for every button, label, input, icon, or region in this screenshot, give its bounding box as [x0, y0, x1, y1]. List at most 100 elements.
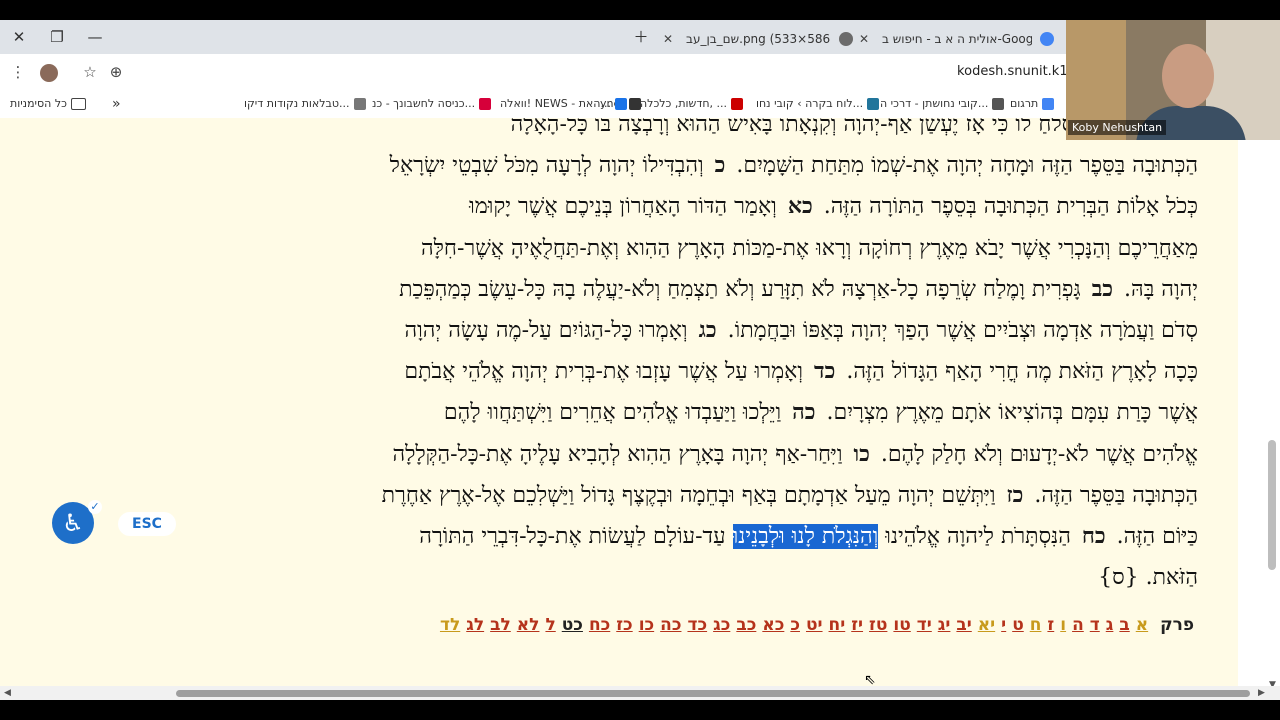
vertical-scrollbar-track — [1238, 118, 1280, 686]
checkmark-icon: ✓ — [88, 500, 102, 514]
mouse-cursor-icon: ⇖ — [864, 672, 876, 688]
verse-text: כְּכֹל אָלוֹת הַבְּרִית הַכְּתוּבָה בְּס… — [816, 194, 1198, 220]
chapter-link[interactable]: י — [1001, 615, 1006, 635]
scroll-left-arrow-icon[interactable]: ◀ — [4, 688, 11, 698]
verse-number: כב — [1091, 275, 1114, 302]
top-black-bar — [0, 0, 1280, 20]
bookmark-favicon-icon — [731, 98, 744, 110]
chapter-link[interactable]: כח — [589, 615, 610, 635]
window-close-icon[interactable]: ✕ — [0, 20, 38, 54]
verse-text: עַד-עוֹלָם לַעֲשׂוֹת אֶת-כָּל-דִּבְרֵי ה… — [419, 523, 733, 549]
tab-favicon-icon — [839, 32, 853, 46]
verse-text: סְדֹם וַעֲמֹרָה אַדְמָה וּצְבֹיִים אֲשֶׁ… — [720, 317, 1198, 343]
browser-menu-icon[interactable]: ⋮ — [8, 54, 28, 90]
bookmark-label: לוח בקרה › קובי נחו... — [756, 97, 864, 110]
chapter-link[interactable]: יז — [851, 615, 863, 635]
chapter-link[interactable]: ו — [1060, 615, 1066, 635]
tab-close-icon[interactable]: ✕ — [660, 32, 676, 46]
chapter-link[interactable]: כב — [736, 615, 756, 635]
window-restore-icon[interactable]: ❐ — [38, 20, 76, 54]
more-bookmarks-chevron-icon[interactable]: » — [112, 90, 121, 118]
all-bookmarks-folder[interactable]: כל הסימניות — [10, 90, 86, 118]
chapter-link[interactable]: כג — [713, 615, 730, 635]
passage-line: לֹא-יֹאבֶה יְהוָה סְלֹחַ לוֹ כִּי אָז יֶ… — [176, 118, 1198, 145]
verse-number: כה — [792, 399, 816, 426]
bookmark-favicon-icon — [353, 98, 366, 110]
verse-text: מֵאַחֲרֵיכֶם וְהַנָּכְרִי אֲשֶׁר יָבֹא מ… — [420, 235, 1198, 261]
chapter-link[interactable]: לד — [440, 615, 460, 635]
window-minimize-icon[interactable]: — — [76, 20, 114, 54]
chapter-link[interactable]: יא — [978, 615, 995, 635]
verse-number: כג — [698, 316, 717, 343]
chapter-link[interactable]: טו — [893, 615, 910, 635]
verse-text: הַכְּתוּבָה בַּסֵּפֶר הַזֶּה וּמָחָה יְה… — [729, 153, 1198, 179]
folder-icon — [70, 98, 86, 110]
esc-button[interactable]: ESC — [118, 512, 176, 536]
chapter-link[interactable]: יט — [806, 615, 823, 635]
chapter-link[interactable]: לג — [466, 615, 484, 635]
bookmark-item[interactable]: כניסה לחשבונך - כנ... — [372, 90, 492, 118]
profile-avatar[interactable] — [38, 54, 60, 90]
chapter-link[interactable]: ד — [1090, 615, 1100, 635]
verse-text: וְאָמַר הַדּוֹר הָאַחֲרוֹן בְּנֵיכֶם אֲש… — [469, 194, 784, 220]
chapter-link[interactable]: לא — [517, 615, 540, 635]
bookmark-label: קובי נחושתן - דרכי ה... — [880, 97, 989, 110]
chapter-link[interactable]: ל — [545, 615, 555, 635]
bookmark-item[interactable]: טבלאות נקודות דיקו... — [244, 90, 366, 118]
chapter-link[interactable]: כט — [562, 615, 583, 635]
chapter-link[interactable]: טז — [869, 615, 887, 635]
chapter-link[interactable]: ט — [1012, 615, 1024, 635]
bookmark-label: תרגום — [1010, 97, 1039, 110]
bookmark-star-icon[interactable]: ☆ — [80, 54, 100, 90]
chapter-link[interactable]: א — [1136, 615, 1148, 635]
verse-number: כו — [853, 440, 870, 467]
chapter-link[interactable]: ה — [1072, 615, 1084, 635]
bookmark-item[interactable]: לוח בקרה › קובי נחו... — [756, 90, 880, 118]
bookmark-item[interactable]: וואלה! NEWS - האת... — [500, 90, 627, 118]
tab-close-icon[interactable]: ✕ — [856, 32, 872, 46]
tab-google-search[interactable]: ✕ אולית ה א ב - חיפוש ב-Google — [856, 24, 1056, 54]
verse-number: כ — [714, 152, 726, 179]
chapter-link[interactable]: כא — [762, 615, 784, 635]
verse-text: אֲשֶׁר כָּרַת עִמָּם בְּהוֹצִיאוֹ אֹתָם … — [819, 400, 1198, 426]
chapter-link[interactable]: ז — [1047, 615, 1054, 635]
chapter-link[interactable]: ג — [1106, 615, 1114, 635]
chapter-link[interactable]: יב — [956, 615, 971, 635]
horizontal-scrollbar-thumb[interactable] — [176, 690, 1250, 697]
chapter-link[interactable]: כ — [790, 615, 800, 635]
bookmark-item[interactable]: חדשות, כלכלה, ... — [640, 90, 744, 118]
chapter-link[interactable]: כד — [687, 615, 707, 635]
chapter-link[interactable]: לב — [490, 615, 511, 635]
tab-image[interactable]: ✕ שם_בן_עב.png (533×586) — [660, 24, 856, 54]
address-bar[interactable]: kodesh.snunit.k12. — [130, 59, 1090, 85]
scroll-right-arrow-icon[interactable]: ▶ — [1258, 688, 1265, 698]
chapter-link[interactable]: ב — [1119, 615, 1129, 635]
chapter-link[interactable]: ח — [1030, 615, 1042, 635]
vertical-scrollbar-thumb[interactable] — [1268, 440, 1276, 570]
bookmark-label: כניסה לחשבונך - כנ... — [372, 97, 476, 110]
passage-line: הַכְּתוּבָה בַּסֵּפֶר הַזֶּה וּמָחָה יְה… — [176, 145, 1198, 186]
passage-line: סְדֹם וַעֲמֹרָה אַדְמָה וּצְבֹיִים אֲשֶׁ… — [176, 310, 1199, 351]
bookmark-favicon-icon — [479, 98, 492, 110]
chapter-link[interactable]: יג — [938, 615, 951, 635]
bookmark-item[interactable]: תרגום — [1010, 90, 1055, 118]
passage-line: אֱלֹהִים אֲשֶׁר לֹא-יְדָעוּם וְלֹא חָלַק… — [176, 434, 1198, 475]
chapter-link[interactable]: כה — [660, 615, 681, 635]
new-tab-icon[interactable]: ＋ — [622, 20, 660, 54]
bookmarks-folder-label: כל הסימניות — [10, 97, 67, 110]
chapter-link[interactable]: כז — [616, 615, 632, 635]
passage-line: הַכְּתוּבָה בַּסֵּפֶר הַזֶּה. כז וַיִּתְ… — [176, 475, 1198, 516]
zoom-icon[interactable]: ⊕ — [106, 54, 126, 90]
verse-number: כא — [787, 193, 813, 220]
bottom-black-bar — [0, 700, 1280, 720]
tab-title: אולית ה א ב - חיפוש ב-Google — [882, 32, 1032, 46]
chapter-link[interactable]: כו — [639, 615, 654, 635]
chapter-link[interactable]: יח — [829, 615, 846, 635]
chapter-link[interactable]: יד — [917, 615, 932, 635]
verse-text: הַכְּתוּבָה בַּסֵּפֶר הַזֶּה. — [1027, 482, 1198, 508]
chapter-navigation: פרק אבגדהוזחטי יא יביג יד טו טז יזיח יט כ כא כב כג כ… — [434, 615, 1194, 635]
bookmark-item[interactable]: קובי נחושתן - דרכי ה... — [880, 90, 1005, 118]
webcam-overlay: Koby Nehushtan — [1066, 20, 1280, 140]
verse-text: כַּיּוֹם הַזֶּה. — [1109, 523, 1198, 549]
tab-title: שם_בן_עב.png (533×586) — [686, 32, 831, 46]
